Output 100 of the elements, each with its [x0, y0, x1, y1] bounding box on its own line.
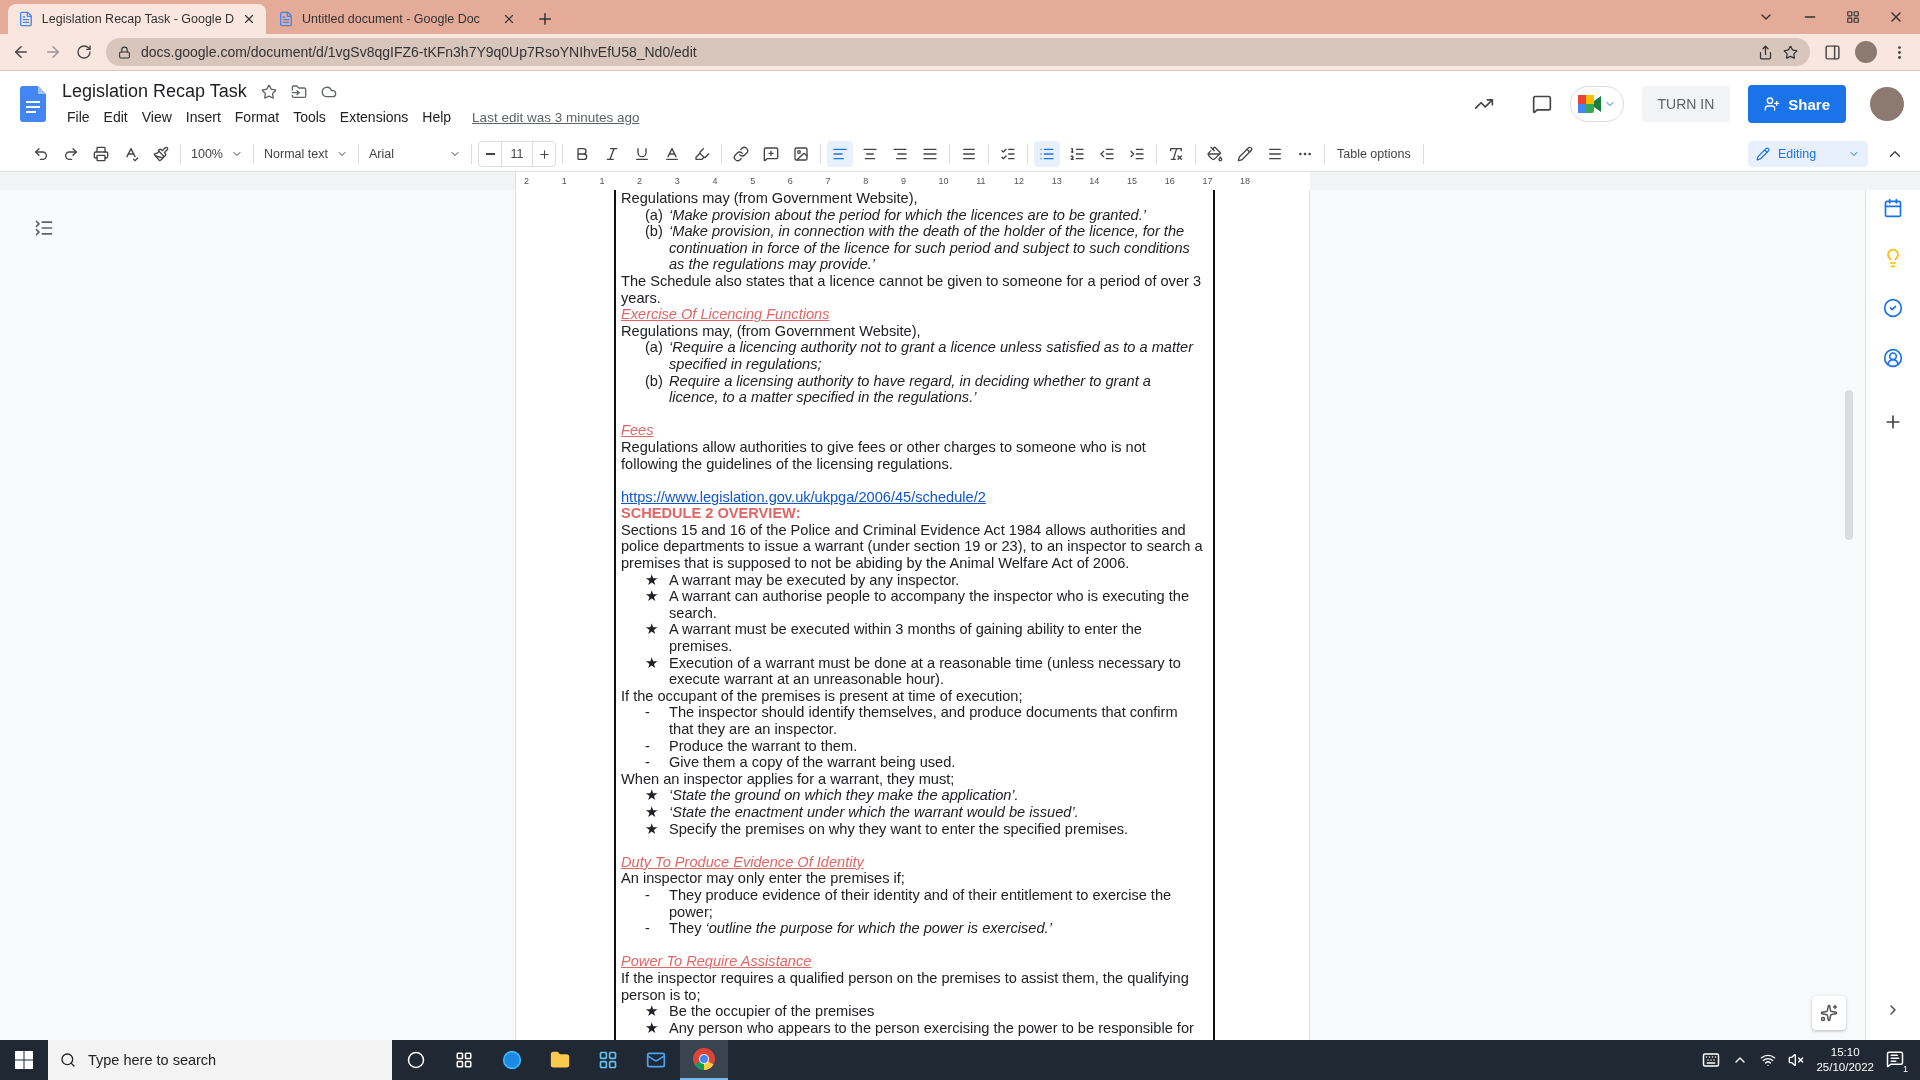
contacts-icon[interactable]	[1883, 348, 1903, 368]
border-width-icon	[1267, 146, 1283, 162]
close-icon[interactable]	[502, 12, 516, 26]
move-folder-icon[interactable]	[290, 83, 307, 100]
paragraph: Regulations may, (from Government Website),	[621, 322, 922, 340]
section-heading: Duty To Produce Evidence Of Identity	[621, 853, 864, 871]
bulleted-list-button[interactable]	[1034, 141, 1060, 167]
profile-avatar[interactable]	[1855, 41, 1877, 63]
line-spacing-icon	[961, 146, 977, 162]
tasks-check-icon[interactable]	[1883, 298, 1903, 318]
list-item-text: ‘State the ground on which they make the application’.	[669, 787, 1019, 804]
list-item-text: ‘Make provision, in connection with the death of the holder of the licence, for the continuation in force of the licence for such period and subject to such conditions as the regulations may provide.’	[669, 223, 1191, 273]
list-item-text: Give them a copy of the warrant being used.	[669, 754, 956, 771]
section-heading: Power To Require Assistance	[621, 953, 812, 970]
italic-icon	[604, 146, 620, 162]
restore-icon[interactable]	[1846, 10, 1860, 24]
menu-item[interactable]: Edit	[98, 107, 133, 127]
side-panel-icon[interactable]	[1824, 43, 1841, 61]
close-icon[interactable]	[242, 12, 256, 26]
circle-icon	[407, 1051, 425, 1069]
explore-button[interactable]	[1812, 996, 1846, 1030]
document-title[interactable]: Legislation Recap Task	[62, 81, 247, 102]
undo-icon	[33, 146, 49, 162]
list-item-text: Require a licensing authority to have regard, in deciding whether to grant a licence, to a matter specified in the regulations.’	[669, 372, 1152, 406]
windows-logo-icon	[15, 1051, 33, 1069]
taskbar-search-field[interactable]: Type here to search	[48, 1040, 392, 1080]
bold-icon	[574, 146, 590, 162]
list-marker: ★	[645, 1003, 659, 1020]
style-dropdown[interactable]: Normal text	[260, 141, 352, 167]
browser-icon	[502, 1050, 522, 1070]
scrollbar-thumb[interactable]	[1845, 390, 1853, 540]
comments-icon[interactable]	[1531, 94, 1552, 114]
list-marker: ★	[645, 621, 659, 640]
calendar-icon[interactable]	[1883, 198, 1903, 218]
section-heading: Fees	[621, 422, 654, 439]
notification-button[interactable]: 1	[1886, 1050, 1908, 1070]
list-item-text: Produce the warrant to them.	[669, 737, 858, 755]
bookmark-star-icon[interactable]	[1783, 44, 1798, 60]
paragraph: Sections 15 and 16 of the Police and Criminal Evidence Act 1984 allows authorities and police departments to issue a warrant (under section 19 or 23), to an inspector to search a premises that is supposed to not be abiding by the Animal Welfare Act of 2006.	[621, 521, 1203, 572]
minus-icon	[485, 153, 495, 155]
menu-item[interactable]: Help	[417, 107, 457, 127]
menu-item[interactable]: Extensions	[334, 107, 414, 127]
share-icon[interactable]	[1758, 44, 1773, 60]
menu-item[interactable]: File	[62, 107, 95, 127]
docs-logo-icon	[20, 86, 46, 122]
checklist-icon	[1000, 146, 1016, 162]
list-marker: -	[645, 737, 651, 755]
back-icon[interactable]	[12, 43, 30, 61]
align-center-icon	[862, 146, 878, 162]
align-left-button[interactable]	[827, 141, 853, 167]
clear-formatting-icon	[1168, 146, 1184, 162]
store-icon	[598, 1050, 618, 1070]
new-tab-icon[interactable]	[536, 10, 554, 28]
list-marker: -	[645, 886, 651, 905]
star-icon[interactable]	[260, 83, 277, 100]
outline-icon[interactable]	[34, 218, 54, 238]
paragraph: An inspector may only enter the premises if;	[621, 870, 906, 887]
table-options-button[interactable]: Table options	[1331, 146, 1417, 162]
account-avatar[interactable]	[1870, 87, 1904, 121]
browser-tab[interactable]: Legislation Recap Task - Google D	[8, 4, 266, 34]
menu-item[interactable]: Format	[229, 107, 285, 127]
network-icon[interactable]	[1760, 1052, 1777, 1068]
list-item-text: They produce evidence of their identity and of their entitlement to exercise the power;	[669, 886, 1173, 921]
last-edit-link[interactable]: Last edit was 3 minutes ago	[472, 109, 640, 125]
folder-icon	[550, 1050, 570, 1070]
list-item-text: Be the occupier of the premises	[669, 1003, 875, 1020]
align-left-icon	[832, 146, 848, 162]
list-marker: ★	[645, 803, 659, 821]
zoom-dropdown[interactable]: 100%	[187, 141, 247, 167]
paint-bucket-icon	[1207, 146, 1223, 162]
link[interactable]: https://www.legislation.gov.uk/ukpga/2006/45/schedule/2	[621, 488, 986, 506]
plus-icon	[537, 147, 551, 161]
section-heading: Exercise Of Licencing Functions	[621, 306, 830, 323]
mail-icon	[646, 1050, 666, 1070]
chrome-taskbar-button[interactable]	[680, 1040, 728, 1080]
menu-item[interactable]: Insert	[180, 107, 226, 127]
list-marker: ★	[645, 787, 659, 804]
chrome-icon	[693, 1048, 715, 1070]
document-icon	[18, 11, 34, 27]
notification-count: 1	[1901, 1064, 1910, 1074]
share-button[interactable]: Share	[1748, 85, 1846, 123]
editing-mode-dropdown[interactable]: Editing	[1748, 141, 1868, 167]
address-bar[interactable]: docs.google.com/document/d/1vgSv8qgIFZ6-tKFn3h7Y9q0Up7RsoYNIhvEfU58_Nd0/edit	[106, 38, 1810, 66]
image-icon	[793, 146, 809, 162]
browser-tab[interactable]: Untitled document - Google Doc	[268, 4, 526, 34]
paragraph: If the inspector requires a qualified person on the premises to assist them, the qualifying person is to;	[621, 969, 1190, 1004]
mute-icon[interactable]	[1788, 1052, 1805, 1068]
turn-in-button[interactable]: TURN IN	[1641, 86, 1731, 122]
task-view-icon	[455, 1051, 473, 1069]
list-marker: ★	[645, 820, 659, 838]
lock-icon	[118, 45, 131, 59]
list-item-text: The inspector should identify themselves, and produce documents that confirm that they are an inspector.	[669, 704, 1179, 738]
menu-item[interactable]: View	[136, 107, 177, 127]
reload-icon[interactable]	[76, 44, 92, 60]
list-marker: (b)	[645, 372, 664, 391]
font-dropdown[interactable]: Arial	[365, 141, 465, 167]
keyboard-icon[interactable]	[1702, 1051, 1721, 1069]
menu-item[interactable]: Tools	[288, 107, 331, 127]
clock-date: 25/10/2022	[1816, 1060, 1874, 1075]
paragraph: Regulations may (from Government Website),	[621, 190, 919, 207]
